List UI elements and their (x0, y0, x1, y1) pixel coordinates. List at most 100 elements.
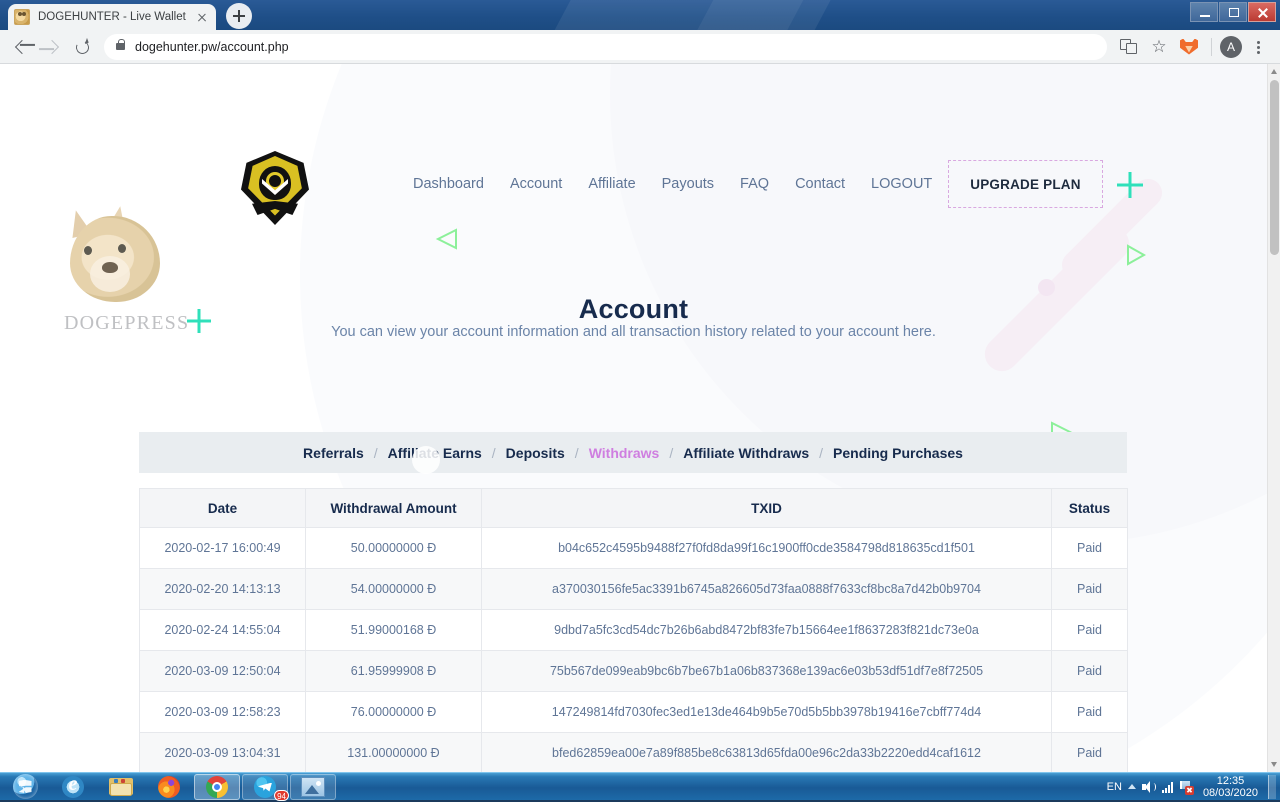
page-scrollbar[interactable] (1267, 64, 1280, 772)
table-row: 2020-02-20 14:13:13 54.00000000 Ð a37003… (140, 569, 1128, 610)
forward-arrow-icon[interactable] (38, 33, 66, 61)
page-content: Dashboard Account Affiliate Payouts FAQ … (0, 64, 1267, 772)
tray-language-indicator[interactable]: EN (1107, 781, 1122, 793)
cell-txid: 147249814fd7030fec3ed1e13de464b9b5e70d5b… (482, 692, 1052, 733)
column-header-amount: Withdrawal Amount (306, 489, 482, 528)
translate-icon[interactable] (1115, 33, 1143, 61)
nav-item-dashboard[interactable]: Dashboard (400, 176, 497, 192)
table-header-row: Date Withdrawal Amount TXID Status (140, 489, 1128, 528)
new-tab-plus-icon[interactable] (226, 3, 252, 29)
withdraws-table: Date Withdrawal Amount TXID Status 2020-… (139, 488, 1128, 772)
toolbar-divider (1211, 38, 1212, 56)
maximize-button[interactable] (1219, 2, 1247, 22)
site-header: Dashboard Account Affiliate Payouts FAQ … (0, 64, 1267, 234)
column-header-date: Date (140, 489, 306, 528)
page-title: Account (0, 294, 1267, 325)
kebab-menu-icon[interactable] (1244, 33, 1272, 61)
tray-date: 08/03/2020 (1203, 787, 1258, 799)
avatar[interactable]: A (1220, 36, 1242, 58)
start-button[interactable] (2, 774, 48, 800)
star-icon[interactable]: ☆ (1145, 33, 1173, 61)
column-header-status: Status (1052, 489, 1128, 528)
show-desktop-button[interactable] (1268, 775, 1276, 799)
cell-amount: 76.00000000 Ð (306, 692, 482, 733)
cell-status: Paid (1052, 733, 1128, 773)
scroll-up-arrow-icon[interactable] (1271, 69, 1277, 74)
titlebar-gloss (528, 0, 852, 30)
back-arrow-icon[interactable] (8, 33, 36, 61)
minimize-button[interactable] (1190, 2, 1218, 22)
cell-date: 2020-02-20 14:13:13 (140, 569, 306, 610)
address-bar-url: dogehunter.pw/account.php (135, 40, 289, 54)
taskbar-file-explorer-icon[interactable] (98, 774, 144, 800)
toolbar-actions: ☆ A (1115, 33, 1272, 61)
cursor-overlay (412, 446, 440, 474)
tab-separator: / (364, 445, 388, 461)
nav-item-account[interactable]: Account (497, 176, 575, 192)
cell-amount: 54.00000000 Ð (306, 569, 482, 610)
address-bar[interactable]: dogehunter.pw/account.php (104, 34, 1107, 60)
taskbar-photo-viewer-icon[interactable] (290, 774, 336, 800)
metamask-fox-icon[interactable] (1175, 33, 1203, 61)
cell-txid: 75b567de099eab9bc6b7be67b1a06b837368e139… (482, 651, 1052, 692)
cell-status: Paid (1052, 528, 1128, 569)
tab-deposits[interactable]: Deposits (506, 445, 565, 461)
action-center-flag-icon[interactable]: ✖ (1179, 780, 1193, 794)
tab-separator: / (565, 445, 589, 461)
table-row: 2020-02-24 14:55:04 51.99000168 Ð 9dbd7a… (140, 610, 1128, 651)
cell-date: 2020-02-17 16:00:49 (140, 528, 306, 569)
nav-item-affiliate[interactable]: Affiliate (575, 176, 648, 192)
dogehunter-logo-icon[interactable] (238, 151, 312, 227)
tab-affiliate-withdraws[interactable]: Affiliate Withdraws (683, 445, 809, 461)
cell-status: Paid (1052, 569, 1128, 610)
tab-separator: / (809, 445, 833, 461)
nav-item-logout[interactable]: LOGOUT (858, 176, 945, 192)
taskbar-chrome-icon[interactable] (194, 774, 240, 800)
tab-pending-purchases[interactable]: Pending Purchases (833, 445, 963, 461)
table-row: 2020-03-09 13:04:31 131.00000000 Ð bfed6… (140, 733, 1128, 773)
tab-separator: / (659, 445, 683, 461)
browser-toolbar: dogehunter.pw/account.php ☆ A (0, 30, 1280, 64)
cell-date: 2020-03-09 12:50:04 (140, 651, 306, 692)
windows-taskbar: 94 EN ✖ 12:35 08/03/2020 (0, 772, 1280, 800)
cell-date: 2020-03-09 12:58:23 (140, 692, 306, 733)
cell-status: Paid (1052, 651, 1128, 692)
scroll-down-arrow-icon[interactable] (1271, 762, 1277, 767)
nav-item-faq[interactable]: FAQ (727, 176, 782, 192)
browser-tab-title: DOGEHUNTER - Live Wallet (38, 11, 190, 23)
network-signal-icon[interactable] (1162, 781, 1173, 793)
cell-amount: 61.95999908 Ð (306, 651, 482, 692)
main-navigation: Dashboard Account Affiliate Payouts FAQ … (400, 176, 945, 192)
cell-status: Paid (1052, 692, 1128, 733)
doge-favicon-icon (14, 9, 30, 25)
tab-referrals[interactable]: Referrals (303, 445, 364, 461)
lock-icon (116, 43, 125, 50)
cell-txid: 9dbd7a5fc3cd54dc7b26b6abd8472bf83fe7b156… (482, 610, 1052, 651)
close-window-button[interactable] (1248, 2, 1276, 22)
nav-item-payouts[interactable]: Payouts (649, 176, 727, 192)
tray-expand-caret-icon[interactable] (1128, 784, 1136, 789)
close-icon[interactable] (194, 9, 210, 25)
nav-item-contact[interactable]: Contact (782, 176, 858, 192)
taskbar-firefox-icon[interactable] (146, 774, 192, 800)
scrollbar-thumb[interactable] (1270, 80, 1279, 255)
tab-withdraws[interactable]: Withdraws (589, 445, 660, 461)
upgrade-plan-button[interactable]: UPGRADE PLAN (948, 160, 1103, 208)
page-subtitle: You can view your account information an… (0, 324, 1267, 340)
browser-tab[interactable]: DOGEHUNTER - Live Wallet (8, 4, 216, 30)
cell-date: 2020-02-24 14:55:04 (140, 610, 306, 651)
tray-clock[interactable]: 12:35 08/03/2020 (1199, 775, 1258, 799)
window-controls (1190, 2, 1276, 22)
volume-icon[interactable] (1142, 780, 1156, 794)
taskbar-telegram-icon[interactable]: 94 (242, 774, 288, 800)
column-header-txid: TXID (482, 489, 1052, 528)
reload-icon[interactable] (68, 33, 96, 61)
account-tabstrip: Referrals / Affiliate Earns / Deposits /… (139, 432, 1127, 473)
taskbar-internet-explorer-icon[interactable] (50, 774, 96, 800)
browser-titlebar: DOGEHUNTER - Live Wallet (0, 0, 1280, 30)
table-row: 2020-02-17 16:00:49 50.00000000 Ð b04c65… (140, 528, 1128, 569)
cell-txid: b04c652c4595b9488f27f0fd8da99f16c1900ff0… (482, 528, 1052, 569)
cell-status: Paid (1052, 610, 1128, 651)
cell-date: 2020-03-09 13:04:31 (140, 733, 306, 773)
browser-window: DOGEHUNTER - Live Wallet dogehunter.pw/a… (0, 0, 1280, 772)
